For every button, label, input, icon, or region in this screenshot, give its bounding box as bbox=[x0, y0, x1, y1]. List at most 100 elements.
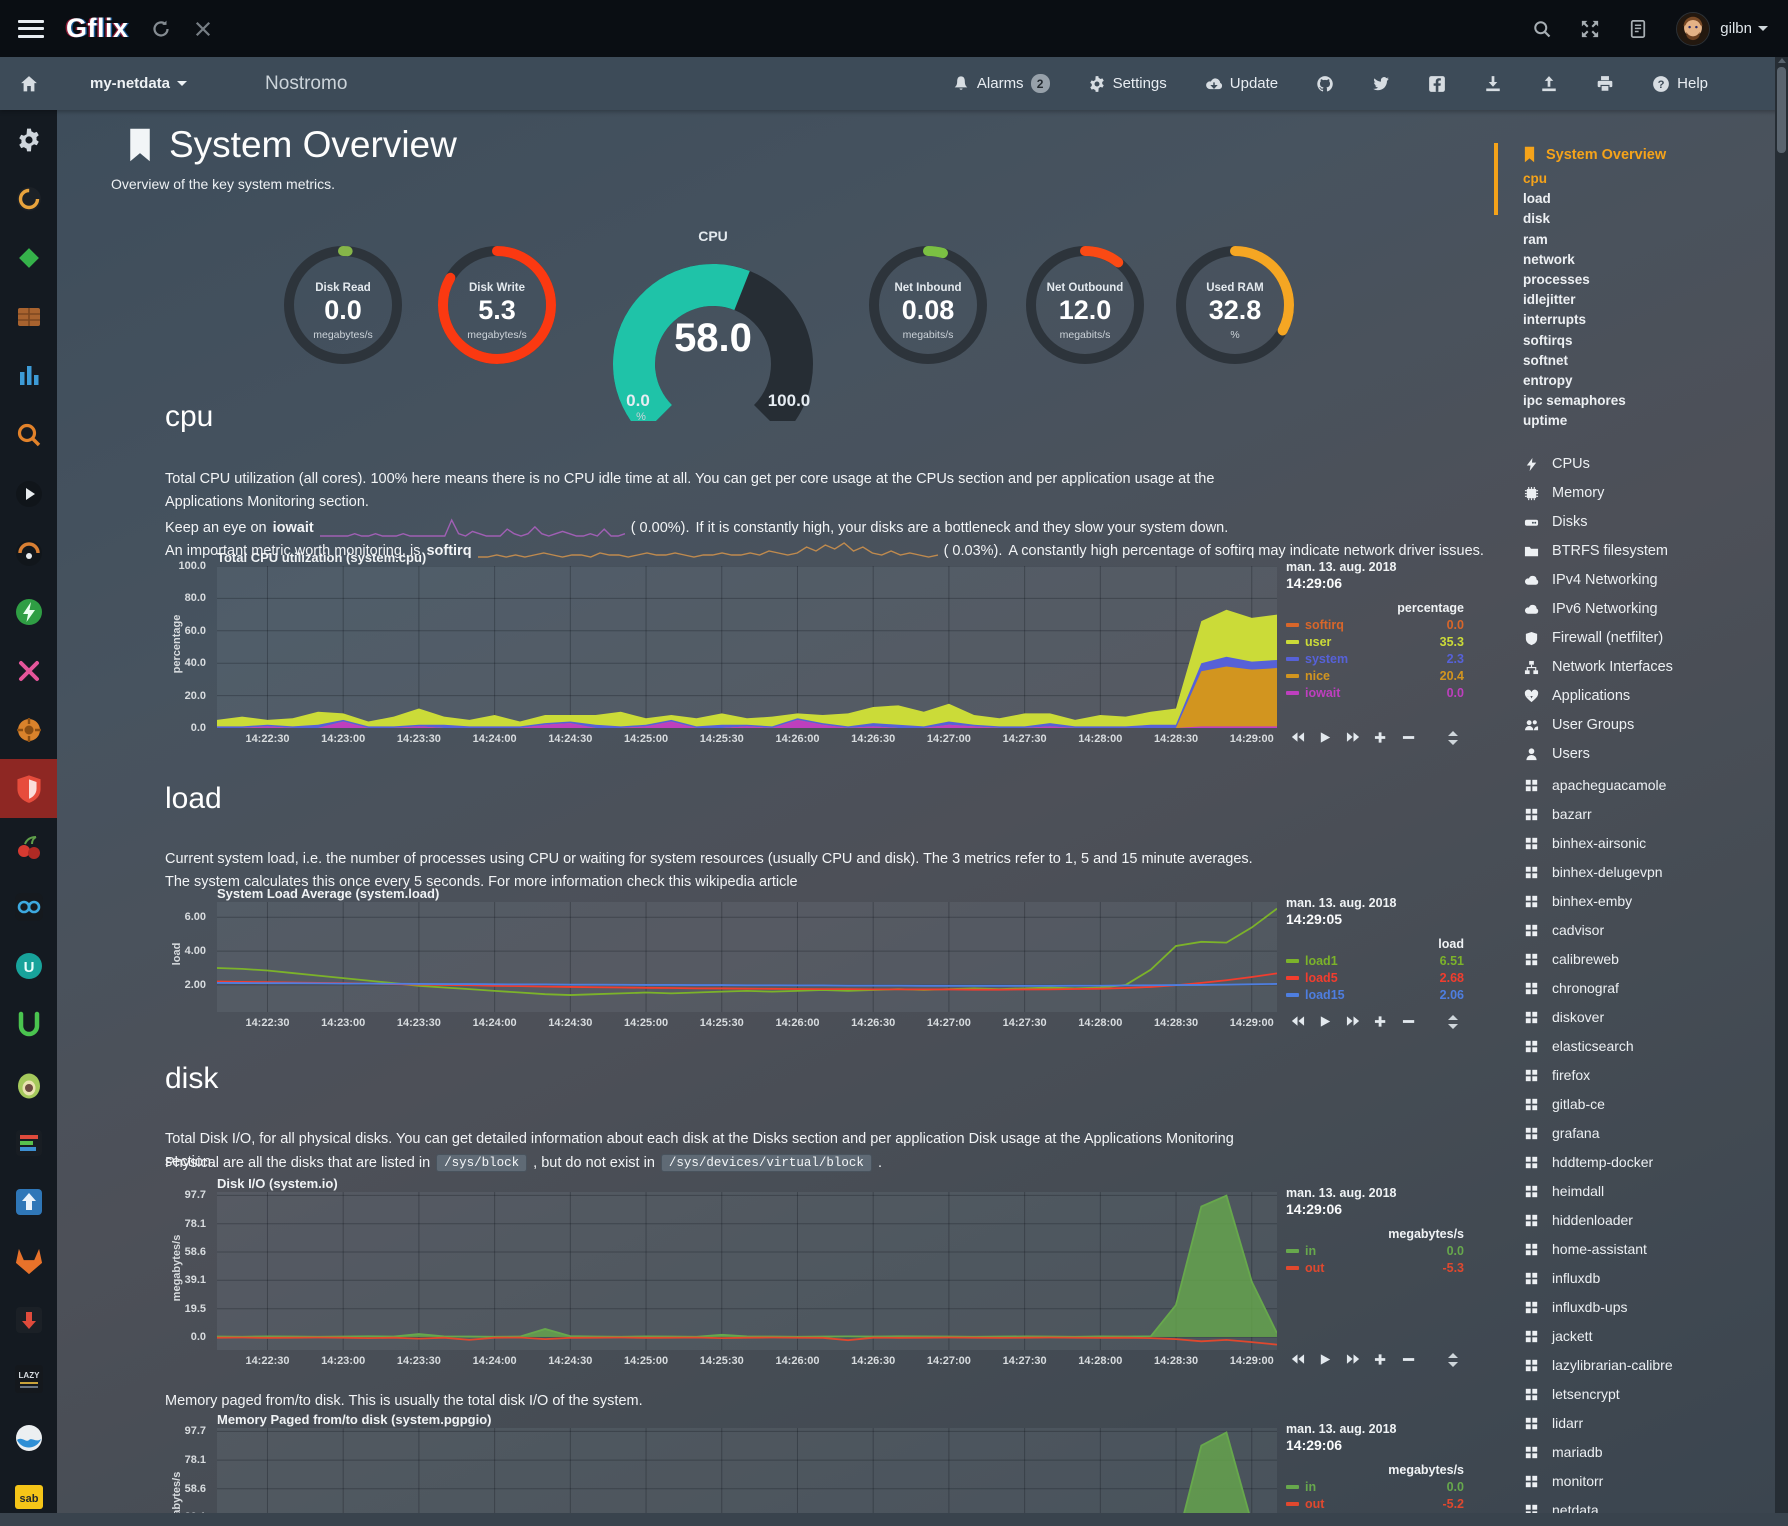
backward-icon[interactable] bbox=[1290, 731, 1305, 744]
sidebar-app-bazarr[interactable] bbox=[0, 818, 57, 877]
plus-icon[interactable] bbox=[1374, 731, 1389, 744]
nav-app-bazarr[interactable]: bazarr bbox=[1523, 800, 1775, 829]
print-button[interactable] bbox=[1596, 75, 1614, 93]
legend-entry-load5[interactable]: load52.68 bbox=[1286, 971, 1464, 985]
resize-handle-icon[interactable] bbox=[1447, 731, 1459, 750]
sidebar-app-gitlab[interactable] bbox=[0, 1231, 57, 1290]
legend-entry-load15[interactable]: load152.06 bbox=[1286, 988, 1464, 1002]
backward-icon[interactable] bbox=[1290, 1353, 1305, 1366]
sidebar-app-deluge[interactable] bbox=[0, 228, 57, 287]
nav-item-ipc-semaphores[interactable]: ipc semaphores bbox=[1523, 391, 1775, 411]
nav-app-binhex-emby[interactable]: binhex-emby bbox=[1523, 887, 1775, 916]
sidebar-app-crate[interactable] bbox=[0, 287, 57, 346]
user-menu-caret-icon[interactable] bbox=[1758, 26, 1768, 31]
hamburger-menu-icon[interactable] bbox=[18, 20, 44, 38]
nav-item-cpu[interactable]: cpu bbox=[1523, 169, 1775, 189]
nav-app-gitlab-ce[interactable]: gitlab-ce bbox=[1523, 1090, 1775, 1119]
play-icon[interactable] bbox=[1318, 1353, 1333, 1366]
nav-app-letsencrypt[interactable]: letsencrypt bbox=[1523, 1380, 1775, 1409]
minus-icon[interactable] bbox=[1402, 1015, 1417, 1028]
sidebar-app-bug[interactable] bbox=[0, 700, 57, 759]
nav-item-processes[interactable]: processes bbox=[1523, 270, 1775, 290]
nav-system-overview[interactable]: System Overview bbox=[1523, 146, 1775, 163]
forward-icon[interactable] bbox=[1346, 731, 1361, 744]
chart-plot-area[interactable] bbox=[217, 1428, 1277, 1513]
legend-entry-out[interactable]: out-5.2 bbox=[1286, 1497, 1464, 1511]
nav-app-chronograf[interactable]: chronograf bbox=[1523, 974, 1775, 1003]
chart-plot-area[interactable] bbox=[217, 902, 1277, 1012]
sidebar-app-green-u[interactable] bbox=[0, 995, 57, 1054]
nav-group-user-groups[interactable]: User Groups bbox=[1523, 711, 1775, 740]
sidebar-app-jackett[interactable] bbox=[0, 523, 57, 582]
nav-app-mariadb[interactable]: mariadb bbox=[1523, 1438, 1775, 1467]
nav-group-network-interfaces[interactable]: Network Interfaces bbox=[1523, 653, 1775, 682]
sidebar-app-airsonic[interactable] bbox=[0, 346, 57, 405]
iowait-sparkline[interactable] bbox=[320, 518, 625, 538]
gauge-cpu[interactable]: CPU 58.0 0.0 100.0 % bbox=[593, 228, 833, 413]
backward-icon[interactable] bbox=[1290, 1015, 1305, 1028]
nav-app-apacheguacamole[interactable]: apacheguacamole bbox=[1523, 771, 1775, 800]
nav-item-ram[interactable]: ram bbox=[1523, 230, 1775, 250]
sidebar-app-scissors[interactable] bbox=[0, 641, 57, 700]
forward-icon[interactable] bbox=[1346, 1353, 1361, 1366]
nav-app-binhex-airsonic[interactable]: binhex-airsonic bbox=[1523, 829, 1775, 858]
legend-entry-in[interactable]: in0.0 bbox=[1286, 1244, 1464, 1258]
nav-item-idlejitter[interactable]: idlejitter bbox=[1523, 290, 1775, 310]
search-icon[interactable] bbox=[1532, 19, 1552, 39]
legend-entry-out[interactable]: out-5.3 bbox=[1286, 1261, 1464, 1275]
sidebar-app-sabnzbd[interactable]: sab bbox=[0, 1467, 57, 1526]
gauge-net-outbound[interactable]: Net Outbound 12.0 megabits/s bbox=[1023, 243, 1147, 367]
resize-handle-icon[interactable] bbox=[1447, 1015, 1459, 1034]
legend-entry-in[interactable]: in0.0 bbox=[1286, 1480, 1464, 1494]
chart-plot-area[interactable] bbox=[217, 566, 1277, 728]
minus-icon[interactable] bbox=[1402, 731, 1417, 744]
nav-group-users[interactable]: Users bbox=[1523, 740, 1775, 769]
nav-group-applications[interactable]: Applications bbox=[1523, 682, 1775, 711]
nav-group-firewall-netfilter-[interactable]: Firewall (netfilter) bbox=[1523, 624, 1775, 653]
nav-item-softirqs[interactable]: softirqs bbox=[1523, 331, 1775, 351]
nav-app-calibreweb[interactable]: calibreweb bbox=[1523, 945, 1775, 974]
facebook-button[interactable] bbox=[1428, 75, 1446, 93]
nav-group-btrfs-filesystem[interactable]: BTRFS filesystem bbox=[1523, 537, 1775, 566]
alarms-button[interactable]: Alarms 2 bbox=[952, 74, 1050, 93]
nav-item-disk[interactable]: disk bbox=[1523, 209, 1775, 229]
help-button[interactable]: ? Help bbox=[1652, 75, 1708, 93]
nav-group-disks[interactable]: Disks bbox=[1523, 508, 1775, 537]
gauge-disk-read[interactable]: Disk Read 0.0 megabytes/s bbox=[281, 243, 405, 367]
sidebar-app-heimdall[interactable] bbox=[0, 1054, 57, 1113]
nav-app-home-assistant[interactable]: home-assistant bbox=[1523, 1235, 1775, 1264]
nav-group-ipv6-networking[interactable]: IPv6 Networking bbox=[1523, 595, 1775, 624]
import-button[interactable] bbox=[1484, 75, 1502, 93]
gauge-net-inbound[interactable]: Net Inbound 0.08 megabits/s bbox=[866, 243, 990, 367]
sidebar-app-plex[interactable] bbox=[0, 464, 57, 523]
plus-icon[interactable] bbox=[1374, 1015, 1389, 1028]
play-icon[interactable] bbox=[1318, 1015, 1333, 1028]
gauge-used-ram[interactable]: Used RAM 32.8 % bbox=[1173, 243, 1297, 367]
nav-app-grafana[interactable]: grafana bbox=[1523, 1119, 1775, 1148]
github-button[interactable] bbox=[1316, 75, 1334, 93]
nav-item-entropy[interactable]: entropy bbox=[1523, 371, 1775, 391]
nav-app-influxdb-ups[interactable]: influxdb-ups bbox=[1523, 1293, 1775, 1322]
fullscreen-icon[interactable] bbox=[1580, 19, 1600, 39]
user-avatar[interactable] bbox=[1676, 12, 1710, 46]
sidebar-app-diskover[interactable] bbox=[0, 405, 57, 464]
chart-plot-area[interactable] bbox=[217, 1192, 1277, 1350]
page-scrollbar[interactable] bbox=[1775, 57, 1788, 1513]
forward-icon[interactable] bbox=[1346, 1015, 1361, 1028]
sidebar-settings[interactable] bbox=[0, 110, 57, 169]
legend-entry-softirq[interactable]: softirq0.0 bbox=[1286, 618, 1464, 632]
nav-app-cadvisor[interactable]: cadvisor bbox=[1523, 916, 1775, 945]
play-icon[interactable] bbox=[1318, 731, 1333, 744]
sidebar-app-downloader[interactable] bbox=[0, 1290, 57, 1349]
legend-entry-load1[interactable]: load16.51 bbox=[1286, 954, 1464, 968]
nav-app-lidarr[interactable]: lidarr bbox=[1523, 1409, 1775, 1438]
nav-item-interrupts[interactable]: interrupts bbox=[1523, 310, 1775, 330]
scrollbar-thumb[interactable] bbox=[1777, 67, 1786, 153]
nav-app-hddtemp-docker[interactable]: hddtemp-docker bbox=[1523, 1148, 1775, 1177]
sidebar-app-orange-ring[interactable] bbox=[0, 169, 57, 228]
server-dropdown[interactable]: my-netdata bbox=[90, 75, 207, 92]
sidebar-app-monitorr[interactable] bbox=[0, 1113, 57, 1172]
nav-app-hiddenloader[interactable]: hiddenloader bbox=[1523, 1206, 1775, 1235]
refresh-icon[interactable] bbox=[151, 19, 171, 39]
sidebar-app-nextcloud[interactable] bbox=[0, 877, 57, 936]
